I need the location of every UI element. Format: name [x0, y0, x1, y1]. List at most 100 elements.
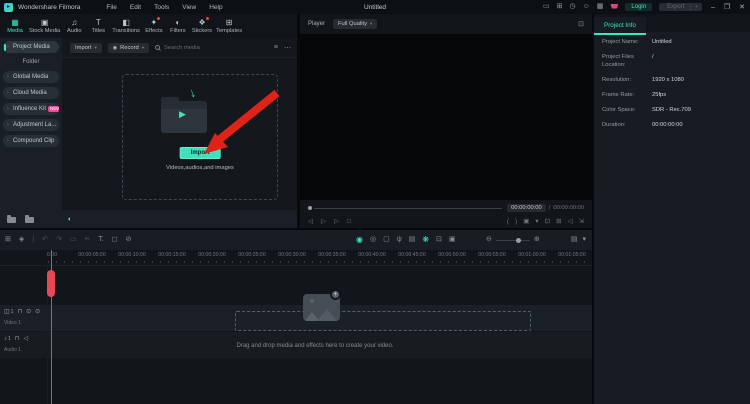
expand-caret-icon[interactable]: › [7, 44, 9, 50]
playhead-handle[interactable] [47, 270, 55, 297]
snap-icon[interactable]: ▣ [449, 230, 456, 250]
audio-mixer-icon[interactable]: ▤ [409, 230, 416, 250]
mark-out-button[interactable]: ) [515, 215, 517, 228]
undo-icon[interactable]: ↶ [42, 230, 48, 250]
display-icon[interactable]: ▭ [543, 0, 550, 14]
toolbar-divider[interactable]: | [32, 230, 34, 250]
keyframe-icon[interactable]: ❋ [422, 230, 429, 250]
mark-in-button[interactable]: ( [507, 215, 509, 228]
login-button[interactable]: Login [625, 3, 652, 11]
export-button[interactable]: Export ▾ [659, 3, 702, 11]
cart-icon[interactable] [610, 4, 618, 9]
delete-icon[interactable]: ▭ [70, 230, 77, 250]
media-browser-icon[interactable]: ⊞ [5, 230, 11, 250]
minimize-button[interactable]: – [711, 4, 715, 11]
magnetic-timeline-icon[interactable]: ◈ [19, 230, 24, 250]
lock-icon[interactable]: ⊓ [17, 308, 22, 316]
expand-caret-icon[interactable]: › [7, 74, 9, 80]
zoom-out-icon[interactable]: ⊖ [486, 230, 492, 250]
new-folder-icon[interactable] [7, 217, 16, 223]
sidebar-item-global-media[interactable]: › Global Media [3, 71, 59, 83]
history-icon[interactable]: ◷ [570, 0, 576, 14]
ribbon-tab-effects[interactable]: ✦ Effects [142, 17, 166, 35]
ribbon-tab-transitions[interactable]: ◧ Transitions [110, 17, 142, 35]
visibility-all-icon[interactable]: ⊙ [35, 308, 40, 316]
expand-caret-icon[interactable]: › [7, 122, 9, 128]
scrubber-track[interactable] [314, 208, 502, 209]
next-frame-button[interactable]: ▷ [334, 215, 339, 228]
import-button[interactable]: Import [180, 147, 221, 159]
menu-item-edit[interactable]: Edit [130, 4, 141, 11]
timeline-ruler[interactable]: 0:0000:00:05:0000:00:10:0000:00:15:0000:… [0, 250, 592, 266]
sidebar-item-project-media[interactable]: › Project Media [3, 41, 59, 53]
record-dropdown[interactable]: ◉ Record ▾ [108, 43, 149, 53]
account-icon[interactable]: ☺ [583, 0, 590, 14]
visibility-icon[interactable]: ⊙ [26, 308, 31, 316]
quality-dropdown[interactable]: Full Quality ▾ [333, 19, 377, 29]
display-button[interactable]: ⊡ [545, 215, 550, 228]
import-drop-area[interactable]: ↓ ▶ Import Videos,audios,and images [122, 74, 278, 200]
sidebar-item-cloud-media[interactable]: › Cloud Media [3, 87, 59, 99]
play-button[interactable]: ▷ [321, 215, 326, 228]
timeline-drop-zone[interactable] [235, 311, 531, 331]
add-media-icon[interactable]: + [330, 289, 341, 300]
ribbon-tab-stickers[interactable]: ❖ Stickers [190, 17, 214, 35]
import-dropdown[interactable]: Import ▾ [70, 43, 102, 53]
prev-frame-button[interactable]: ◁ [308, 215, 313, 228]
expand-caret-icon[interactable]: › [7, 106, 9, 112]
volume-icon[interactable]: ◁ [23, 335, 28, 343]
expand-caret-icon[interactable]: › [7, 90, 9, 96]
menu-item-help[interactable]: Help [209, 4, 222, 11]
ribbon-tab-filters[interactable]: ◐ Filters [166, 17, 190, 35]
menu-item-view[interactable]: View [182, 4, 196, 11]
text-icon[interactable]: T. [98, 230, 103, 250]
ribbon-tab-media[interactable]: ▦ Media [3, 17, 27, 35]
close-button[interactable]: ✕ [739, 3, 745, 11]
tab-project-info[interactable]: Project Info [594, 17, 646, 35]
export-caret-icon[interactable]: ▾ [690, 4, 702, 10]
redo-icon[interactable]: ↷ [56, 230, 62, 250]
zoom-slider[interactable] [496, 240, 530, 241]
speed-icon[interactable]: ⊘ [126, 230, 132, 250]
mask-icon[interactable]: ◻ [112, 230, 118, 250]
search-box[interactable] [155, 45, 268, 51]
expand-caret-icon[interactable]: › [7, 138, 9, 144]
mask-tool-icon[interactable]: ▢ [383, 230, 390, 250]
lock-icon[interactable]: ⊓ [15, 335, 20, 343]
fullscreen-button[interactable]: ⇲ [579, 215, 584, 228]
volume-button[interactable]: ◁ [568, 215, 573, 228]
restore-button[interactable]: ❐ [724, 3, 730, 11]
sidebar-item-influence-kit[interactable]: › Influence Kit NEW [3, 103, 59, 115]
ribbon-tab-audio[interactable]: ♫ Audio [62, 17, 86, 35]
panel-toggle-icon[interactable]: ◖ [67, 216, 71, 223]
export-frame-icon[interactable]: ⊡ [436, 230, 442, 250]
zoom-in-icon[interactable]: ⊕ [534, 230, 540, 250]
stop-button[interactable]: □ [347, 215, 351, 228]
voiceover-icon[interactable]: ψ [397, 230, 402, 250]
snapshot-caret[interactable]: ▾ [535, 215, 538, 228]
track-manage-icon[interactable]: ▤ [571, 230, 578, 250]
search-input[interactable] [164, 45, 244, 51]
ribbon-tab-titles[interactable]: T Titles [86, 17, 110, 35]
sidebar-item-folder[interactable]: Folder [3, 57, 59, 67]
ribbon-tab-templates[interactable]: ⊞ Templates [214, 17, 244, 35]
split-icon[interactable]: ✂ [84, 230, 90, 250]
workspace-icon[interactable]: ⊞ [557, 0, 563, 14]
sidebar-item-adjustment-la[interactable]: › Adjustment La... [3, 119, 59, 131]
sidebar-item-compound-clip[interactable]: › Compound Clip [3, 135, 59, 147]
ruler-label-00-00-05-00: 00:00:05:00 [78, 252, 105, 258]
filter-icon[interactable]: ≡ [274, 44, 278, 51]
track-caret-icon[interactable]: ▾ [582, 230, 586, 250]
scrubber-handle[interactable] [308, 206, 312, 210]
render-preview-icon[interactable]: ◎ [370, 230, 376, 250]
ai-assistant-icon[interactable]: ◉ [356, 230, 363, 250]
preview-window-icon[interactable]: ⊡ [578, 20, 584, 28]
folder-view-icon[interactable] [25, 217, 34, 223]
crop-button[interactable]: ⊞ [556, 215, 561, 228]
panels-icon[interactable]: ▦ [597, 0, 604, 14]
snapshot-button[interactable]: ▣ [523, 215, 529, 228]
ribbon-tab-stock-media[interactable]: ▣ Stock Media [27, 17, 62, 35]
menu-item-file[interactable]: File [106, 4, 116, 11]
menu-item-tools[interactable]: Tools [154, 4, 169, 11]
more-icon[interactable]: ⋯ [284, 44, 291, 52]
